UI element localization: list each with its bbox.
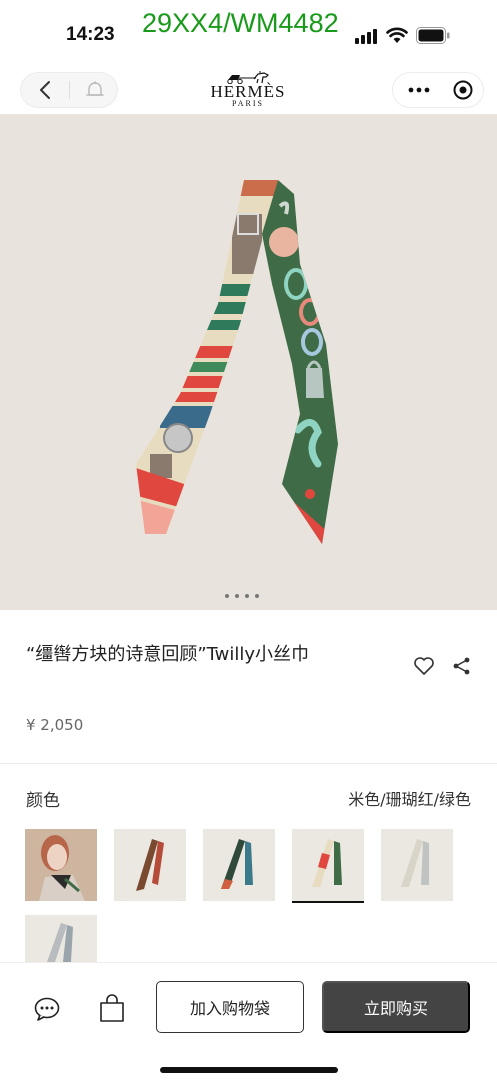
brand-logo[interactable]: HERMÈS PARIS [198,70,298,114]
color-swatch-2[interactable] [114,829,186,901]
wifi-icon [386,27,408,43]
section-divider [0,763,497,764]
close-miniprogram-button[interactable] [443,73,483,107]
color-swatch-3[interactable] [203,829,275,901]
nav-left-capsule [20,72,118,108]
status-time: 14:23 [66,24,115,45]
battery-icon [416,27,450,44]
swatch-scarf-image [312,839,342,887]
carousel-dot[interactable] [235,594,239,598]
color-swatch-4-selected[interactable] [292,829,364,901]
status-bar: 14:23 29XX4/WM4482 [0,0,497,70]
notification-button[interactable] [73,73,117,107]
chat-icon [34,997,60,1021]
back-icon [40,81,50,99]
favorite-button[interactable] [413,656,437,680]
swatch-scarf-image [221,839,253,889]
buy-now-button[interactable]: 立即购买 [322,981,470,1033]
carousel-dot[interactable] [225,594,229,598]
brand-name: HERMÈS [210,82,286,101]
add-to-cart-button[interactable]: 加入购物袋 [156,981,304,1033]
cellular-signal-icon [355,29,377,44]
share-icon [453,657,470,675]
product-scarf-image [136,180,338,544]
carousel-dot[interactable] [245,594,249,598]
back-button[interactable] [21,73,69,107]
shopping-bag-button[interactable] [98,993,126,1023]
swatch-model-image [25,829,97,901]
home-indicator [160,1067,338,1073]
share-button[interactable] [452,656,474,678]
swatch-scarf-image [47,923,73,962]
nav-right-capsule [392,72,484,108]
selected-color-value: 米色/珊瑚红/绿色 [348,790,471,809]
watermark-text: 29XX4/WM4482 [142,8,339,38]
product-image-carousel[interactable] [0,114,497,610]
color-label: 颜色 [26,791,60,811]
color-swatch-5[interactable] [381,829,453,901]
carousel-dot[interactable] [255,594,259,598]
nav-bar: HERMÈS PARIS [0,70,497,114]
bell-icon [86,81,104,96]
more-button[interactable] [399,73,439,107]
selected-swatch-indicator [292,901,364,903]
carousel-dots [225,594,259,598]
swatch-scarf-image [401,839,429,887]
shopping-bag-icon [100,994,124,1022]
customer-service-button[interactable] [33,995,61,1023]
target-icon [453,80,473,100]
bottom-action-bar: 加入购物袋 立即购买 [0,962,497,1080]
color-swatch-model[interactable] [25,829,97,901]
product-title: “缰辔方块的诗意回顾”Twilly小丝巾 [26,644,310,665]
capsule-divider [69,81,70,99]
swatch-scarf-image [136,839,164,891]
product-price: ¥ 2,050 [26,716,84,734]
more-icon [408,87,430,93]
color-swatch-6[interactable] [25,915,97,962]
heart-icon [414,657,434,675]
